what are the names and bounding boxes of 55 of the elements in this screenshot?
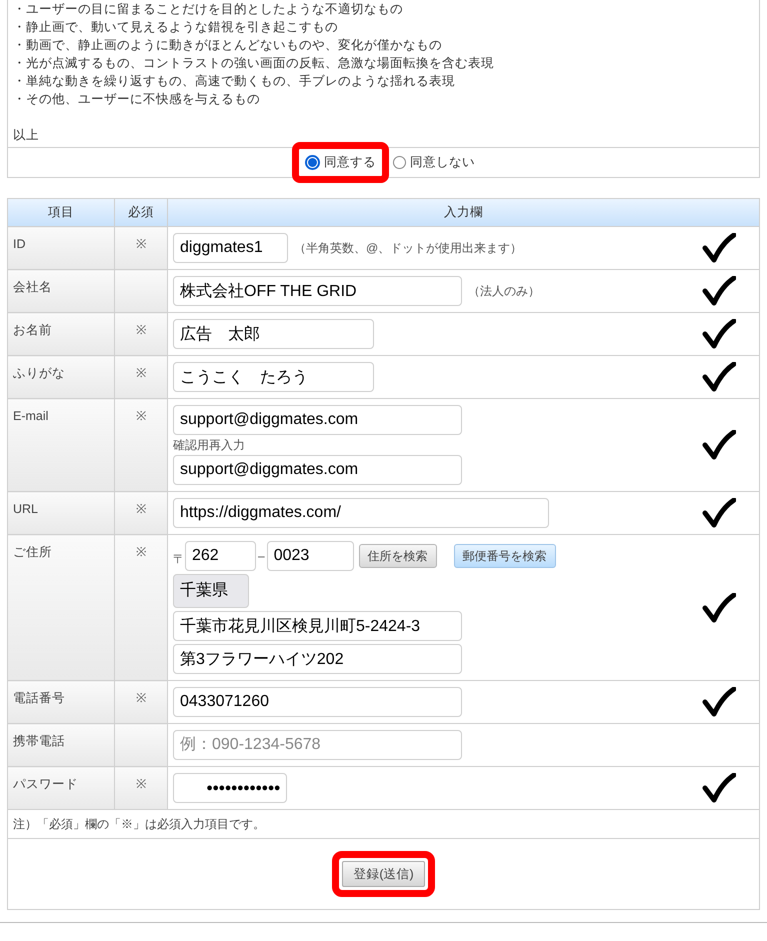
field-label: ご住所	[8, 534, 114, 680]
field-label: 電話番号	[8, 680, 114, 724]
separator-text: –	[257, 548, 266, 565]
required-mark: ※	[136, 323, 146, 337]
notice-closing: 以上	[13, 127, 40, 144]
prefecture-select[interactable]: 千葉県	[173, 574, 249, 608]
note-text: 注）「必須」欄の「※」は必須入力項目です。	[13, 817, 265, 831]
input-field[interactable]: 第3フラワーハイツ202	[173, 644, 462, 674]
input-field[interactable]: 例：090-1234-5678	[173, 730, 462, 760]
required-mark: ※	[136, 691, 146, 705]
notice-line: ・動画で、静止画のように動きがほとんどないものや、変化が僅かなもの	[13, 37, 443, 54]
field-label: ふりがな	[8, 356, 114, 398]
radio-button[interactable]	[305, 155, 320, 170]
required-mark: ※	[136, 777, 146, 791]
input-field[interactable]: 262	[185, 541, 256, 571]
password-field[interactable]: ●●●●●●●●●●●●	[173, 773, 287, 803]
search-button[interactable]: 郵便番号を検索	[454, 544, 556, 568]
caption-text: 確認用再入力	[173, 438, 246, 452]
notice-line: ・その他、ユーザーに不快感を与えるもの	[13, 91, 261, 108]
radio-option[interactable]: 同意しない	[393, 153, 475, 172]
submit-button[interactable]: 登録(送信)	[342, 861, 425, 887]
input-field[interactable]: support@diggmates.com	[173, 455, 462, 485]
field-label: 会社名	[8, 270, 114, 312]
column-header: 入力欄	[168, 198, 760, 226]
notice-line: ・ユーザーの目に留まることだけを目的としたような不適切なもの	[13, 1, 404, 18]
field-label: URL	[8, 492, 114, 534]
notice-line: ・光が点滅するもの、コントラストの強い画面の反転、急激な場面転換を含む表現	[13, 55, 495, 72]
notice-line: ・単純な動きを繰り返すもの、高速で動くもの、手ブレのような揺れる表現	[13, 73, 456, 90]
input-field[interactable]: 千葉市花見川区検見川町5-2424-3	[173, 611, 462, 641]
input-field[interactable]: https://diggmates.com/	[173, 498, 549, 528]
field-label: お名前	[8, 312, 114, 356]
hint-text: （半角英数、@、ドットが使用出来ます）	[294, 240, 522, 257]
required-mark: ※	[136, 366, 146, 380]
input-field[interactable]: support@diggmates.com	[173, 405, 462, 435]
field-label: ID	[8, 226, 114, 270]
field-label: パスワード	[8, 766, 114, 810]
required-mark: ※	[136, 502, 146, 516]
input-field[interactable]: 株式会社OFF THE GRID	[173, 276, 462, 306]
required-mark: ※	[136, 545, 146, 559]
required-mark: ※	[136, 409, 146, 423]
radio-option[interactable]: 同意する	[305, 153, 376, 172]
postal-mark: 〒	[173, 551, 185, 568]
radio-button[interactable]	[393, 156, 406, 169]
field-label: 携帯電話	[8, 724, 114, 766]
search-button[interactable]: 住所を検索	[358, 544, 437, 568]
column-header: 項目	[8, 198, 114, 226]
input-field[interactable]: 広告 太郎	[173, 319, 374, 349]
input-field[interactable]: 0023	[266, 541, 354, 571]
notice-line: ・静止画で、動いて見えるような錯視を引き起こすもの	[13, 19, 339, 36]
input-field[interactable]: こうこく たろう	[173, 362, 374, 392]
required-mark: ※	[136, 237, 146, 251]
input-field[interactable]: 0433071260	[173, 687, 462, 717]
hint-text: （法人のみ）	[468, 283, 540, 300]
input-field[interactable]: diggmates1	[173, 233, 288, 263]
field-label: E-mail	[8, 398, 114, 492]
